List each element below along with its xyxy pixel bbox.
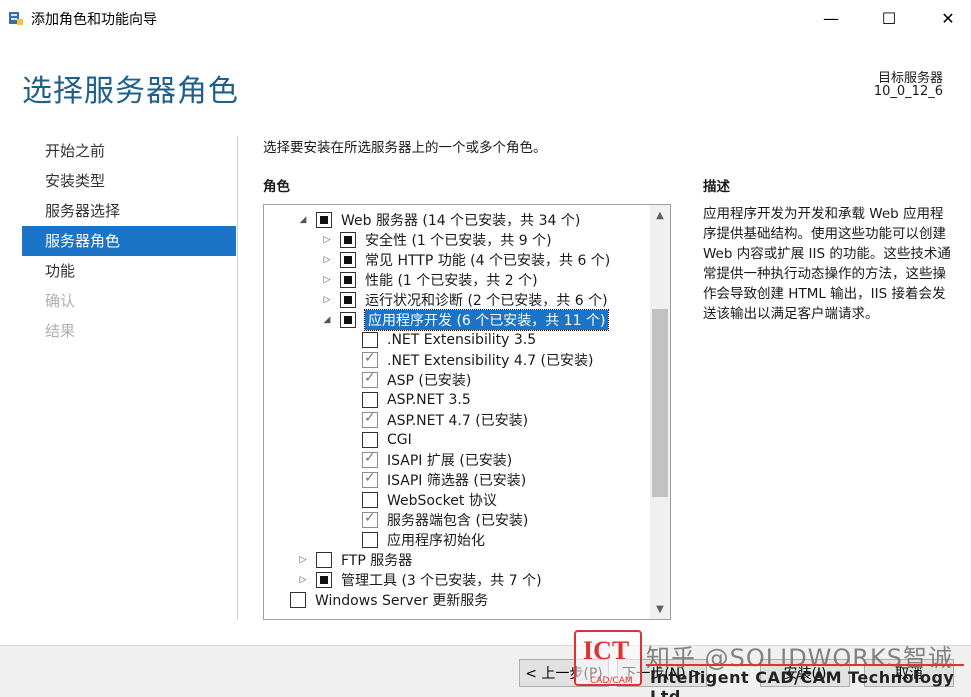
wizard-nav: 开始之前 安装类型 服务器选择 服务器角色 功能 确认 结果 <box>22 136 236 346</box>
role-checkbox[interactable] <box>340 252 356 268</box>
role-checkbox[interactable] <box>340 292 356 308</box>
collapsed-arrow-icon[interactable]: ▷ <box>322 274 332 286</box>
role-checkbox[interactable] <box>362 350 378 368</box>
tree-row[interactable]: ▷ 运行状况和诊断 (2 个已安装，共 6 个) <box>322 290 608 310</box>
role-checkbox[interactable] <box>340 232 356 248</box>
tree-row[interactable]: ASP.NET 4.7 (已安装) <box>362 410 528 430</box>
page-title: 选择服务器角色 <box>22 74 239 109</box>
role-label[interactable]: FTP 服务器 <box>341 550 412 570</box>
minimize-button[interactable]: — <box>808 0 854 36</box>
role-checkbox[interactable] <box>362 492 378 508</box>
tree-row[interactable]: 服务器端包含 (已安装) <box>362 510 528 530</box>
install-button[interactable]: 安装(I) <box>760 659 850 687</box>
role-label[interactable]: 应用程序初始化 <box>387 530 485 550</box>
role-label[interactable]: .NET Extensibility 3.5 <box>387 332 536 348</box>
tree-row[interactable]: ▷ 安全性 (1 个已安装，共 9 个) <box>322 230 552 250</box>
roles-heading: 角色 <box>263 179 290 195</box>
role-label[interactable]: ASP.NET 4.7 (已安装) <box>387 410 528 430</box>
role-checkbox[interactable] <box>316 212 332 228</box>
tree-row[interactable]: ◢ Web 服务器 (14 个已安装，共 34 个) <box>298 210 580 230</box>
scrollbar-thumb[interactable] <box>652 309 668 497</box>
role-checkbox[interactable] <box>340 272 356 288</box>
collapsed-arrow-icon[interactable]: ▷ <box>322 234 332 246</box>
tree-row[interactable]: ASP.NET 3.5 <box>362 390 471 410</box>
role-checkbox[interactable] <box>340 312 356 328</box>
nav-item-before-you-begin[interactable]: 开始之前 <box>22 136 236 166</box>
maximize-button[interactable]: ☐ <box>866 0 912 36</box>
nav-item-features[interactable]: 功能 <box>22 256 236 286</box>
expanded-arrow-icon[interactable]: ◢ <box>322 314 332 326</box>
nav-item-installation-type[interactable]: 安装类型 <box>22 166 236 196</box>
collapsed-arrow-icon[interactable]: ▷ <box>322 294 332 306</box>
window-title: 添加角色和功能向导 <box>31 12 157 28</box>
description-text: 应用程序开发为开发和承载 Web 应用程序提供基础结构。使用这些功能可以创建 W… <box>703 206 951 322</box>
role-checkbox[interactable] <box>290 592 306 608</box>
tree-row[interactable]: WebSocket 协议 <box>362 490 497 510</box>
role-label[interactable]: Web 服务器 (14 个已安装，共 34 个) <box>341 210 580 230</box>
server-manager-icon <box>9 12 23 25</box>
role-checkbox[interactable] <box>362 470 378 488</box>
instruction-text: 选择要安装在所选服务器上的一个或多个角色。 <box>263 140 547 156</box>
nav-item-confirmation: 确认 <box>45 292 76 310</box>
tree-row[interactable]: ◢ 应用程序开发 (6 个已安装，共 11 个) <box>322 309 610 331</box>
role-label[interactable]: .NET Extensibility 4.7 (已安装) <box>387 350 593 370</box>
role-checkbox[interactable] <box>362 510 378 528</box>
role-label[interactable]: 服务器端包含 (已安装) <box>387 510 528 530</box>
role-checkbox[interactable] <box>362 432 378 448</box>
target-server-value: 10_0_12_6 <box>873 84 943 99</box>
nav-item-server-selection[interactable]: 服务器选择 <box>22 196 236 226</box>
role-checkbox[interactable] <box>362 392 378 408</box>
role-label[interactable]: ASP.NET 3.5 <box>387 392 471 408</box>
description-heading: 描述 <box>703 179 730 195</box>
role-label[interactable]: 安全性 (1 个已安装，共 9 个) <box>365 230 552 250</box>
nav-item-results: 结果 <box>45 322 76 340</box>
tree-row[interactable]: CGI <box>362 430 412 450</box>
scroll-up-icon[interactable]: ▲ <box>650 205 670 225</box>
cancel-button[interactable]: 取消 <box>864 659 954 687</box>
tree-row[interactable]: ASP (已安装) <box>362 370 471 390</box>
collapsed-arrow-icon[interactable]: ▷ <box>298 554 308 566</box>
tree-row[interactable]: Windows Server 更新服务 <box>290 590 488 610</box>
role-label[interactable]: 常见 HTTP 功能 (4 个已安装，共 6 个) <box>365 250 610 270</box>
role-label[interactable]: 应用程序开发 (6 个已安装，共 11 个) <box>363 309 610 331</box>
role-checkbox[interactable] <box>362 450 378 468</box>
tree-row[interactable]: ▷ 常见 HTTP 功能 (4 个已安装，共 6 个) <box>322 250 610 270</box>
tree-row[interactable]: 应用程序初始化 <box>362 530 485 550</box>
role-checkbox[interactable] <box>362 532 378 548</box>
role-checkbox[interactable] <box>316 572 332 588</box>
roles-tree[interactable]: ◢ Web 服务器 (14 个已安装，共 34 个) ▷ 安全性 (1 个已安装，共 … <box>263 204 671 620</box>
role-label[interactable]: ISAPI 扩展 (已安装) <box>387 450 512 470</box>
roles-tree-scrollbar[interactable]: ▲ ▼ <box>650 205 670 619</box>
role-label[interactable]: 运行状况和诊断 (2 个已安装，共 6 个) <box>365 290 608 310</box>
title-bar: 添加角色和功能向导 — ☐ ✕ <box>0 0 971 36</box>
next-button[interactable]: 下一步(N) > <box>617 659 707 687</box>
collapsed-arrow-icon[interactable]: ▷ <box>298 574 308 586</box>
role-checkbox[interactable] <box>316 552 332 568</box>
tree-row[interactable]: .NET Extensibility 3.5 <box>362 330 536 350</box>
nav-item-server-roles[interactable]: 服务器角色 <box>22 226 236 256</box>
nav-divider <box>237 136 238 620</box>
role-checkbox[interactable] <box>362 410 378 428</box>
role-checkbox[interactable] <box>362 370 378 388</box>
previous-button[interactable]: < 上一步(P) <box>519 659 609 687</box>
role-checkbox[interactable] <box>362 332 378 348</box>
collapsed-arrow-icon[interactable]: ▷ <box>322 254 332 266</box>
close-button[interactable]: ✕ <box>925 0 971 36</box>
role-label[interactable]: 性能 (1 个已安装，共 2 个) <box>365 270 538 290</box>
scroll-down-icon[interactable]: ▼ <box>650 599 670 619</box>
role-label[interactable]: WebSocket 协议 <box>387 490 497 510</box>
role-label[interactable]: CGI <box>387 432 412 448</box>
role-label[interactable]: ISAPI 筛选器 (已安装) <box>387 470 526 490</box>
role-label[interactable]: 管理工具 (3 个已安装，共 7 个) <box>341 570 542 590</box>
tree-row[interactable]: ISAPI 筛选器 (已安装) <box>362 470 526 490</box>
tree-row[interactable]: .NET Extensibility 4.7 (已安装) <box>362 350 593 370</box>
tree-row[interactable]: ▷ FTP 服务器 <box>298 550 412 570</box>
tree-row[interactable]: ▷ 管理工具 (3 个已安装，共 7 个) <box>298 570 542 590</box>
role-label[interactable]: Windows Server 更新服务 <box>315 590 488 610</box>
tree-row[interactable]: ▷ 性能 (1 个已安装，共 2 个) <box>322 270 538 290</box>
expanded-arrow-icon[interactable]: ◢ <box>298 214 308 226</box>
role-label[interactable]: ASP (已安装) <box>387 370 471 390</box>
tree-row[interactable]: ISAPI 扩展 (已安装) <box>362 450 512 470</box>
